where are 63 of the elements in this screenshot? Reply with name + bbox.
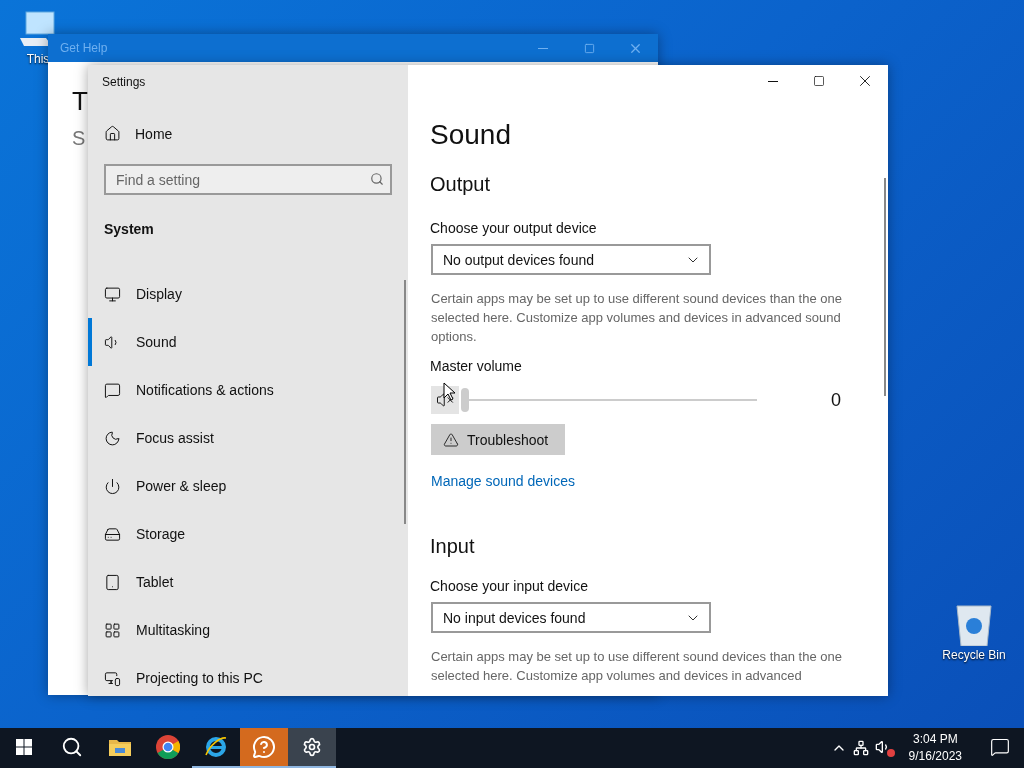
sidebar-item-icon <box>104 285 121 303</box>
maximize-icon <box>583 42 595 54</box>
sidebar-item-icon <box>104 381 121 399</box>
folder-icon <box>109 738 131 756</box>
search-icon <box>370 172 384 186</box>
sidebar-item[interactable]: Tablet <box>88 558 408 606</box>
volume-slider-thumb[interactable] <box>461 388 469 412</box>
field-label: Choose your output device <box>430 220 598 236</box>
description-text: Certain apps may be set up to use different sound devices than the one selected here. Customize app volumes and devices in advanced <box>431 648 843 685</box>
section-heading: Output <box>430 173 492 196</box>
minimize-icon <box>538 47 548 49</box>
mouse-pointer-icon <box>443 382 455 401</box>
search-icon <box>61 736 83 758</box>
home-icon <box>104 125 121 142</box>
sidebar-item[interactable]: Storage <box>88 510 408 558</box>
browser-icon <box>156 735 180 759</box>
page-subheading: S <box>72 127 86 150</box>
globe-icon <box>204 735 228 759</box>
sidebar-item[interactable]: Notifications & actions <box>88 366 408 414</box>
network-icon[interactable] <box>852 740 869 756</box>
sidebar-item[interactable]: Focus assist <box>88 414 408 462</box>
search-field[interactable]: Find a setting <box>104 164 392 195</box>
scrollbar[interactable] <box>884 178 886 396</box>
sidebar-item[interactable]: Multitasking <box>88 606 408 654</box>
page-title: Sound <box>430 119 512 151</box>
field-label: Choose your input device <box>430 578 589 594</box>
home-link[interactable]: Home <box>104 125 408 142</box>
description-text: Certain apps may be set up to use different sound devices than the one selected here. Customize app volumes and devices in advanced sound options. <box>431 290 843 346</box>
troubleshoot-button[interactable]: Troubleshoot <box>431 424 565 455</box>
sidebar-item-icon <box>104 621 121 639</box>
desktop-icon-label: Recycle Bin <box>942 648 1006 662</box>
minimize-icon <box>768 80 778 82</box>
desktop-icon-label: This <box>26 52 50 66</box>
device-dropdown[interactable]: No output devices found <box>431 244 711 275</box>
maximize-icon <box>813 75 825 87</box>
notification-icon <box>990 737 1010 757</box>
sidebar-item-icon <box>104 573 121 591</box>
sidebar-item-icon <box>104 525 121 543</box>
volume-muted-icon[interactable] <box>874 739 895 757</box>
warning-icon <box>443 431 459 448</box>
field-label: Master volume <box>430 358 523 374</box>
recycle-bin-icon[interactable] <box>954 602 994 646</box>
window-title: Get Help <box>60 41 108 55</box>
sidebar-item-icon <box>104 669 121 687</box>
page-heading: T <box>72 86 88 117</box>
sidebar-item-icon <box>104 429 121 447</box>
help-chat-icon <box>252 735 276 759</box>
device-dropdown[interactable]: No input devices found <box>431 602 711 633</box>
sidebar-item[interactable]: Power & sleep <box>88 462 408 510</box>
section-heading: Input <box>430 535 476 558</box>
clock[interactable]: 3:04 PM 9/16/2023 <box>900 731 970 765</box>
sidebar-item[interactable]: Display <box>88 270 408 318</box>
sidebar-item[interactable]: Projecting to this PC <box>88 654 408 696</box>
sidebar-item-icon <box>104 477 121 495</box>
volume-value: 0 <box>831 389 841 411</box>
settings-icon <box>302 737 322 757</box>
speaker-muted-icon <box>436 391 454 409</box>
window-title: Settings <box>102 75 147 89</box>
taskbar-button[interactable] <box>288 728 336 768</box>
scrollbar[interactable] <box>404 280 406 524</box>
section-heading: System <box>104 221 155 237</box>
windows-logo-icon <box>16 739 32 755</box>
manage-devices-link[interactable]: Manage sound devices <box>431 473 888 489</box>
